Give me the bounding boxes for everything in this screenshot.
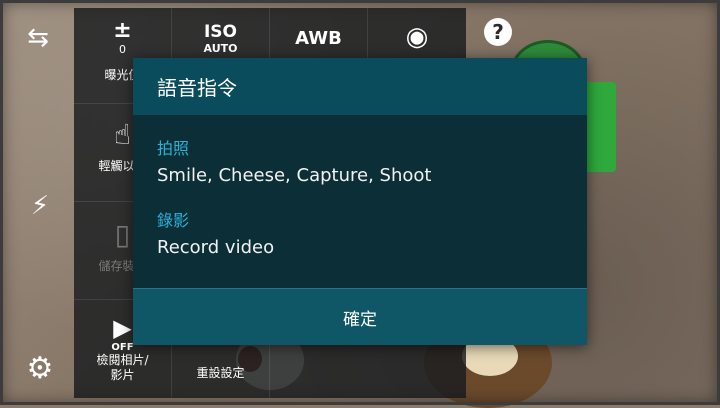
help-icon[interactable]: ? (484, 18, 512, 46)
dialog-body: 拍照 Smile, Cheese, Capture, Shoot 錄影 Reco… (157, 138, 567, 260)
exposure-icon: ± (113, 18, 132, 43)
iso-value: AUTO (203, 42, 238, 55)
video-commands-text: Record video (157, 237, 275, 258)
video-commands-heading: 錄影 (157, 211, 190, 230)
reset-settings-label: 重設設定 (196, 366, 245, 380)
dialog-title: 語音指令 (133, 58, 587, 115)
photo-commands-heading: 拍照 (157, 139, 190, 158)
exposure-value: 0 (119, 43, 126, 56)
switch-camera-icon[interactable]: ⇆ (12, 20, 64, 56)
awb-icon: AWB (295, 28, 342, 49)
metering-icon: ◉ (405, 22, 429, 52)
confirm-button[interactable]: 確定 (133, 288, 587, 345)
voice-control-dialog: 語音指令 拍照 Smile, Cheese, Capture, Shoot 錄影… (133, 58, 587, 345)
settings-gear-icon[interactable]: ⚙ (18, 346, 62, 390)
review-label: 檢閱相片/ 影片 (96, 353, 149, 382)
video-commands-section: 錄影 Record video (157, 210, 567, 260)
flash-off-icon[interactable]: ⚡ (18, 186, 62, 226)
photo-commands-section: 拍照 Smile, Cheese, Capture, Shoot (157, 138, 567, 188)
iso-icon: ISO (203, 22, 238, 42)
camera-left-bar: ⇆ ⚡ ⚙ (0, 0, 74, 405)
photo-commands-text: Smile, Cheese, Capture, Shoot (157, 165, 432, 186)
